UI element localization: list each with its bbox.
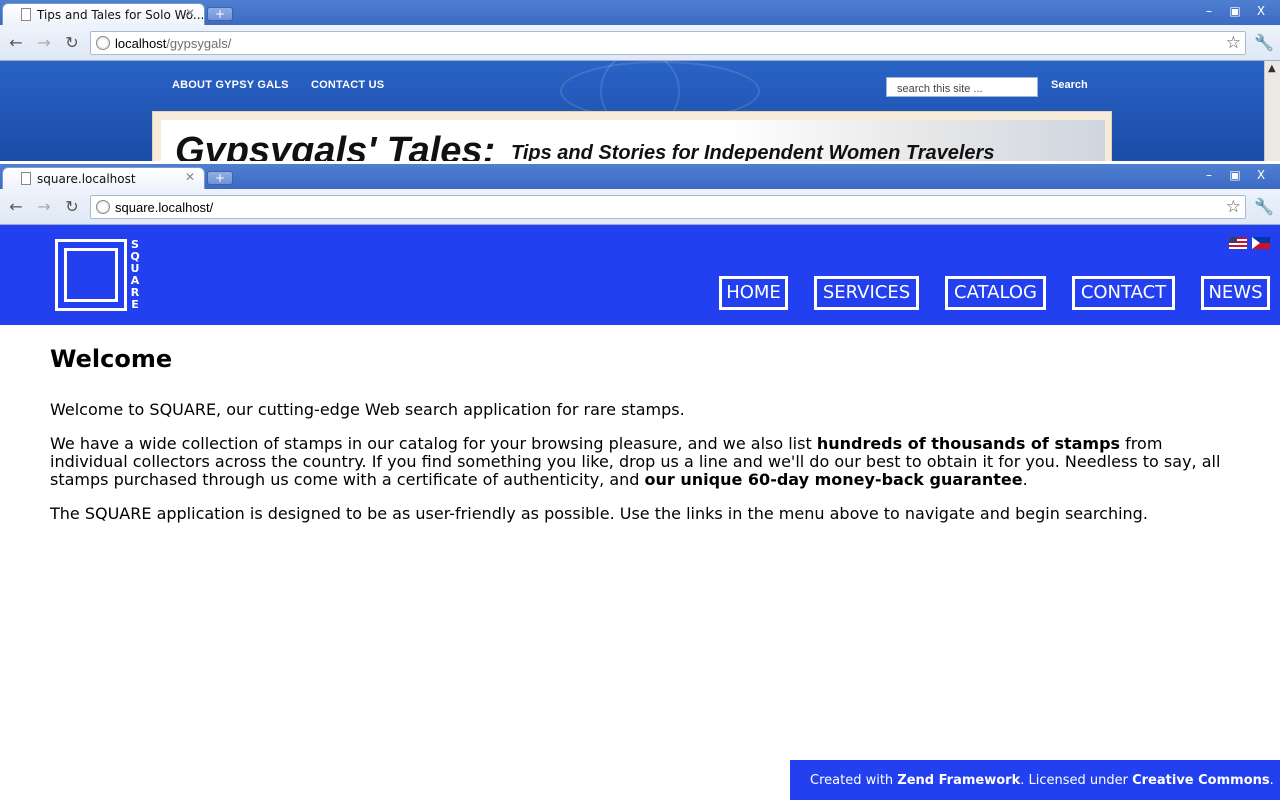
gypsygals-page: ABOUT GYPSY GALS CONTACT US Search Gypsy… (0, 61, 1280, 161)
reload-icon[interactable]: ↻ (62, 33, 82, 53)
site-header: SQUARE HOME SERVICES CATALOG CONTACT NEW… (0, 225, 1280, 325)
main-content: Welcome Welcome to SQUARE, our cutting-e… (50, 340, 1230, 539)
nav-catalog-button[interactable]: CATALOG (945, 276, 1046, 310)
back-tab-title: Tips and Tales for Solo Wo... (37, 8, 205, 22)
site-footer: Created with Zend Framework. Licensed un… (790, 760, 1280, 800)
nav-news-button[interactable]: NEWS (1201, 276, 1270, 310)
front-window-controls: – ▣ X (1196, 164, 1274, 182)
minimize-button[interactable]: – (1196, 4, 1222, 20)
close-window-button[interactable]: X (1248, 4, 1274, 20)
restore-button[interactable]: ▣ (1222, 4, 1248, 20)
address-bar[interactable]: square.localhost/ ☆ (90, 195, 1246, 219)
url-path: /gypsygals/ (166, 36, 232, 51)
reload-icon[interactable]: ↻ (62, 197, 82, 217)
site-banner: Gypsygals' Tales: Tips and Stories for I… (152, 111, 1112, 161)
forward-arrow-icon[interactable]: → (34, 33, 54, 53)
front-tab[interactable]: square.localhost ✕ (2, 167, 205, 189)
emphasis-stamps: hundreds of thousands of stamps (816, 434, 1121, 453)
nav-contact-button[interactable]: CONTACT (1072, 276, 1175, 310)
intro-paragraph: Welcome to SQUARE, our cutting-edge Web … (50, 400, 685, 419)
url-host: localhost (115, 36, 167, 51)
nav-contact-link[interactable]: CONTACT US (311, 79, 384, 91)
front-tab-title: square.localhost (37, 172, 136, 186)
back-tabstrip: Tips and Tales for Solo Wo... ✕ + – ▣ X (0, 0, 1280, 25)
usage-paragraph: The SQUARE application is designed to be… (50, 504, 1148, 523)
back-toolbar: ← → ↻ localhost/gypsygals/ ☆ 🔧 (0, 25, 1280, 61)
zend-link[interactable]: Zend Framework (897, 773, 1020, 788)
url-text: square.localhost/ (115, 200, 214, 215)
wrench-icon[interactable]: 🔧 (1254, 33, 1274, 52)
new-tab-button[interactable]: + (207, 171, 233, 185)
us-flag-icon[interactable] (1229, 237, 1247, 249)
back-window-controls: – ▣ X (1196, 0, 1274, 18)
logo-text: SQUARE (130, 238, 140, 311)
nav-services-button[interactable]: SERVICES (814, 276, 919, 310)
site-search-input[interactable] (886, 77, 1038, 97)
back-tab[interactable]: Tips and Tales for Solo Wo... ✕ (2, 3, 205, 25)
globe-icon (96, 200, 110, 214)
creative-commons-link[interactable]: Creative Commons (1132, 773, 1270, 788)
close-tab-icon[interactable]: ✕ (185, 170, 195, 184)
restore-button[interactable]: ▣ (1222, 168, 1248, 184)
page-title: Welcome (50, 345, 173, 373)
minimize-button[interactable]: – (1196, 168, 1222, 184)
banner-subtitle: Tips and Stories for Independent Women T… (511, 142, 995, 161)
nav-about-link[interactable]: ABOUT GYPSY GALS (172, 79, 289, 91)
vertical-scrollbar[interactable]: ▲ (1264, 61, 1280, 161)
address-bar[interactable]: localhost/gypsygals/ ☆ (90, 31, 1246, 55)
bookmark-star-icon[interactable]: ☆ (1226, 197, 1241, 217)
forward-arrow-icon[interactable]: → (34, 197, 54, 217)
scroll-up-icon[interactable]: ▲ (1268, 63, 1276, 74)
nav-home-button[interactable]: HOME (719, 276, 788, 310)
square-logo-icon[interactable] (55, 239, 127, 311)
close-window-button[interactable]: X (1248, 168, 1274, 184)
front-toolbar: ← → ↻ square.localhost/ ☆ 🔧 (0, 189, 1280, 225)
globe-icon (96, 36, 110, 50)
close-tab-icon[interactable]: ✕ (185, 6, 195, 20)
new-tab-button[interactable]: + (207, 7, 233, 21)
bookmark-star-icon[interactable]: ☆ (1226, 33, 1241, 53)
back-arrow-icon[interactable]: ← (6, 197, 26, 217)
back-arrow-icon[interactable]: ← (6, 33, 26, 53)
search-button[interactable]: Search (1051, 79, 1088, 91)
page-icon (21, 8, 31, 21)
banner-title: Gypsygals' Tales: (175, 130, 496, 161)
page-icon (21, 172, 31, 185)
ph-flag-icon[interactable] (1252, 237, 1270, 249)
wrench-icon[interactable]: 🔧 (1254, 197, 1274, 216)
front-tabstrip: square.localhost ✕ + – ▣ X (0, 164, 1280, 189)
catalog-paragraph: We have a wide collection of stamps in o… (50, 434, 1221, 489)
emphasis-guarantee: our unique 60-day money-back guarantee (644, 470, 1023, 489)
